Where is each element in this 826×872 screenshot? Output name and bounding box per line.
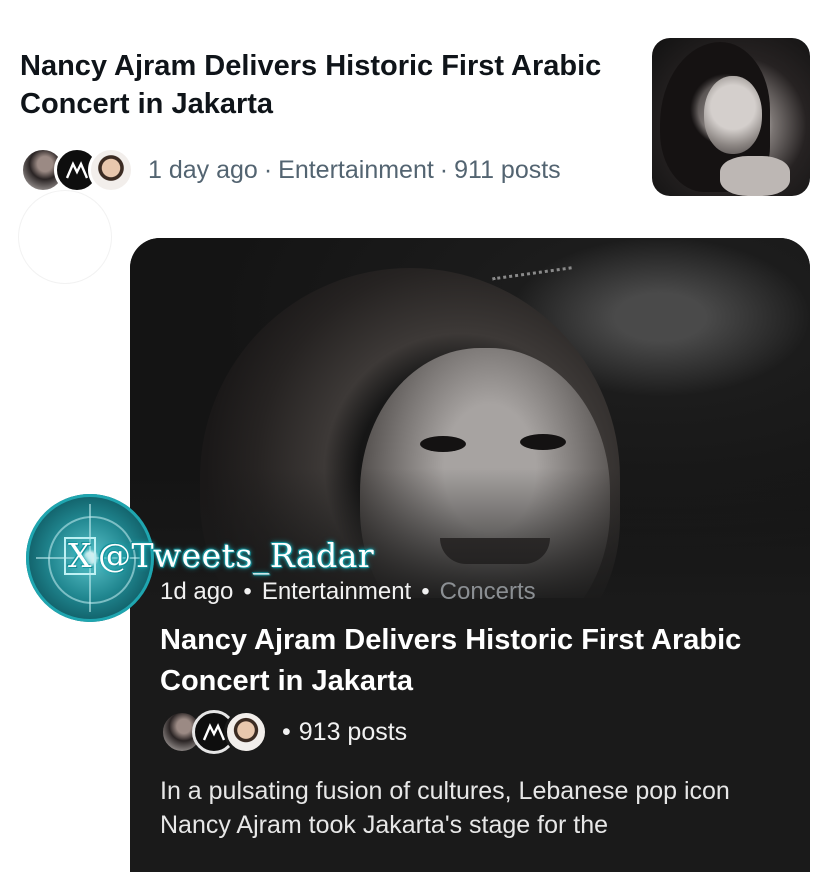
- news-meta-row: 1 day ago · Entertainment · 911 posts: [20, 140, 561, 200]
- card-meta-row: 1d ago • Entertainment • Concerts: [160, 578, 536, 606]
- time-ago: 1 day ago: [148, 155, 258, 184]
- logo-icon: [65, 161, 89, 179]
- time-ago: 1d ago: [160, 578, 234, 605]
- bullet: •: [282, 717, 291, 746]
- news-meta-text: 1 day ago · Entertainment · 911 posts: [148, 156, 561, 185]
- trending-news-item[interactable]: Nancy Ajram Delivers Historic First Arab…: [0, 0, 826, 215]
- avatar: [224, 710, 268, 754]
- bullet: •: [421, 578, 430, 605]
- subcategory: Concerts: [439, 578, 536, 605]
- separator: ·: [263, 155, 273, 184]
- card-title[interactable]: Nancy Ajram Delivers Historic First Arab…: [160, 620, 780, 702]
- x-logo-icon: X: [64, 537, 96, 575]
- watermark-handle: @Tweets_Radar: [98, 536, 375, 575]
- card-description: In a pulsating fusion of cultures, Leban…: [160, 777, 730, 839]
- faded-avatar: [18, 190, 112, 284]
- news-title[interactable]: Nancy Ajram Delivers Historic First Arab…: [20, 47, 620, 123]
- category: Entertainment: [261, 578, 412, 605]
- separator: ·: [439, 155, 449, 184]
- post-count: 911 posts: [454, 155, 561, 184]
- bullet: •: [243, 578, 252, 605]
- post-count: 913 posts: [298, 717, 408, 746]
- news-thumbnail[interactable]: [652, 38, 810, 196]
- logo-icon: [202, 723, 226, 741]
- avatar: [88, 147, 134, 193]
- avatar-stack: [20, 147, 134, 193]
- watermark: X @Tweets_Radar: [64, 536, 374, 575]
- card-avatar-row: • 913 posts: [160, 710, 407, 754]
- category: Entertainment: [278, 155, 434, 184]
- card-post-count: • 913 posts: [282, 718, 407, 747]
